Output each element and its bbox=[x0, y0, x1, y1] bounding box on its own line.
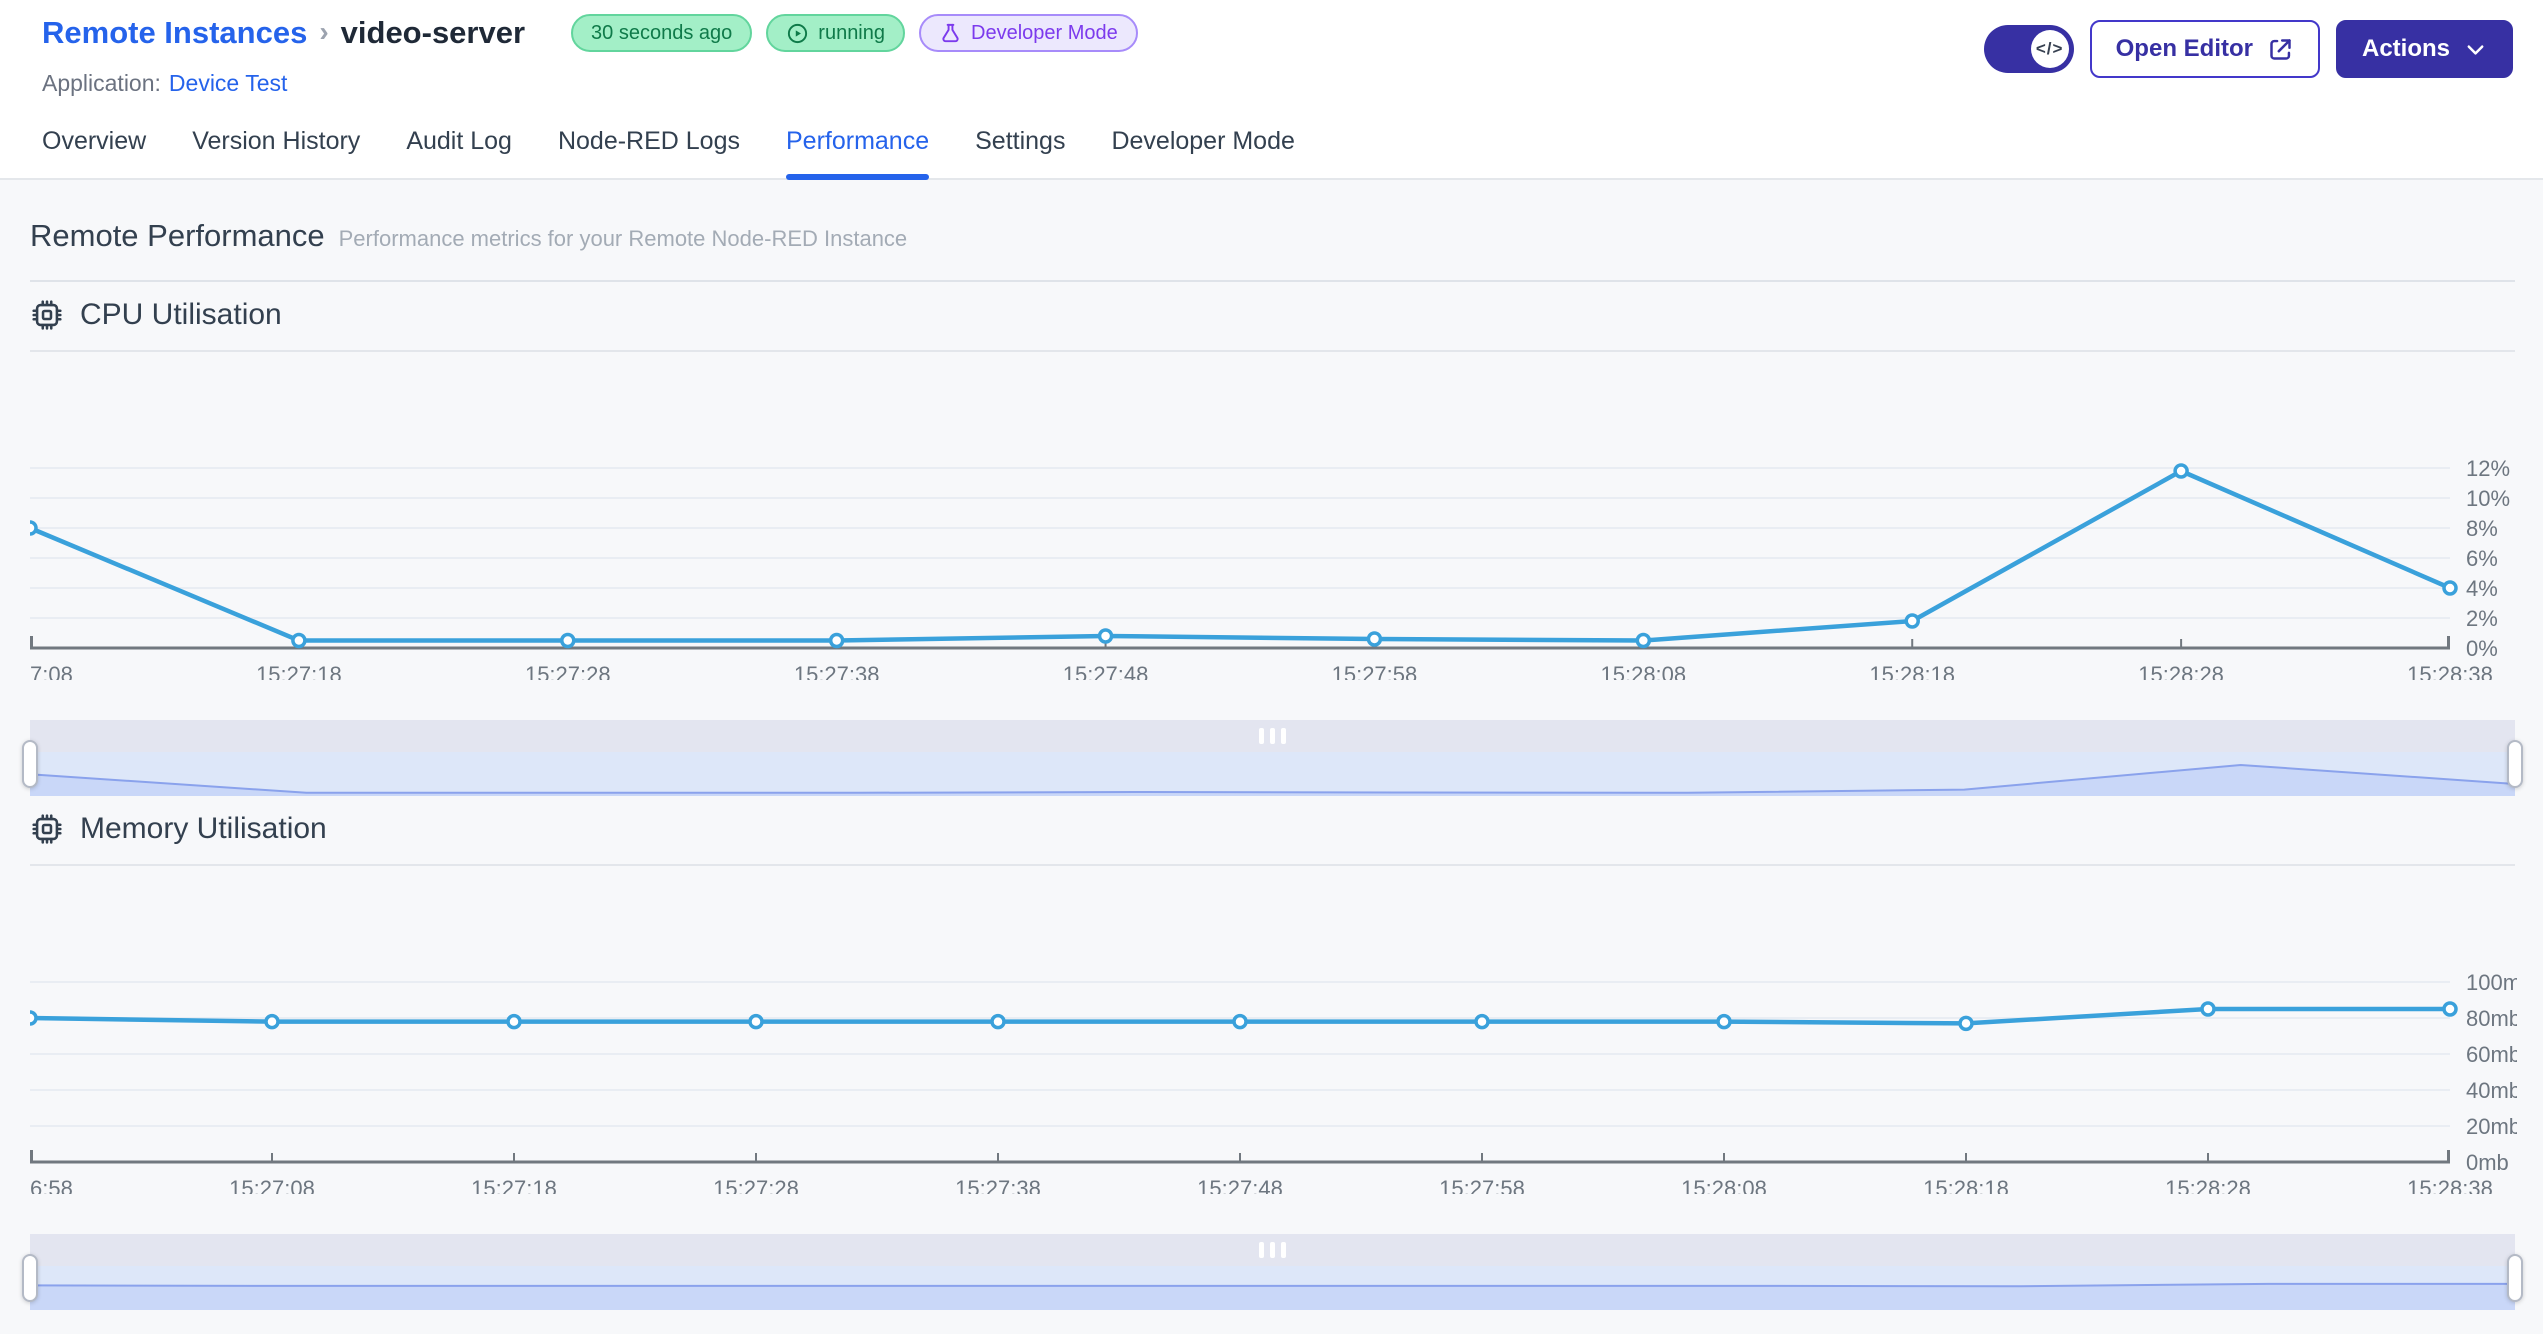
instance-header-left: Remote Instances › video-server 30 secon… bbox=[42, 14, 1138, 97]
svg-text:0%: 0% bbox=[2466, 636, 2498, 661]
open-editor-button[interactable]: Open Editor bbox=[2089, 20, 2320, 78]
tab-performance[interactable]: Performance bbox=[785, 127, 930, 180]
external-link-icon bbox=[2270, 38, 2291, 60]
cpu-chart: 0% 2% 4% 6% 8% 10% 12% 7:08 15:27:18 15:27:28 15:2… bbox=[30, 428, 2515, 680]
svg-text:15:28:08: 15:28:08 bbox=[1681, 1176, 1767, 1194]
svg-text:40mb: 40mb bbox=[2466, 1078, 2517, 1103]
memory-section: Memory Utilisation 0mb 20mb 40mb 60mb 80mb 10… bbox=[22, 796, 2523, 1310]
memory-brush-minimap[interactable] bbox=[30, 1266, 2515, 1310]
svg-text:100mb: 100mb bbox=[2466, 970, 2517, 995]
memory-chart: 0mb 20mb 40mb 60mb 80mb 100mb 6:58 15:27:08 15:2… bbox=[30, 942, 2517, 1194]
svg-text:15:27:28: 15:27:28 bbox=[713, 1176, 799, 1194]
cpu-brush-drag-strip[interactable] bbox=[30, 720, 2515, 752]
cpu-chart-brush bbox=[22, 720, 2523, 796]
breadcrumb-remote-instances-link[interactable]: Remote Instances bbox=[42, 15, 307, 51]
cpu-section: CPU Utilisation 0% 2% 4% 6% 8% 10% 12% 7:08 15:2… bbox=[22, 282, 2523, 796]
tab-node-red-logs[interactable]: Node-RED Logs bbox=[558, 127, 740, 178]
memory-brush-drag-strip[interactable] bbox=[30, 1234, 2515, 1266]
svg-text:80mb: 80mb bbox=[2466, 1006, 2517, 1031]
svg-text:15:27:48: 15:27:48 bbox=[1197, 1176, 1283, 1194]
performance-page: Remote Performance Performance metrics f… bbox=[0, 180, 2543, 1334]
svg-text:15:27:28: 15:27:28 bbox=[525, 662, 611, 680]
svg-text:15:27:18: 15:27:18 bbox=[471, 1176, 557, 1194]
tab-bar: Overview Version History Audit Log Node-RED… bbox=[0, 97, 2543, 180]
memory-brush-left-handle[interactable] bbox=[22, 1254, 38, 1302]
svg-text:2%: 2% bbox=[2466, 606, 2498, 631]
memory-chip-icon bbox=[32, 814, 62, 844]
tab-settings[interactable]: Settings bbox=[975, 127, 1065, 178]
svg-text:12%: 12% bbox=[2466, 456, 2510, 481]
actions-label: Actions bbox=[2361, 35, 2450, 62]
svg-text:6:58: 6:58 bbox=[30, 1176, 73, 1194]
instance-header-actions: </> Open Editor Actions bbox=[1983, 14, 2513, 78]
page-subtitle: Performance metrics for your Remote Node… bbox=[338, 226, 908, 251]
drag-grip-icon bbox=[1259, 1242, 1286, 1258]
svg-text:15:27:18: 15:27:18 bbox=[256, 662, 342, 680]
svg-text:8%: 8% bbox=[2466, 516, 2498, 541]
svg-text:15:27:58: 15:27:58 bbox=[1439, 1176, 1525, 1194]
tab-version-history[interactable]: Version History bbox=[192, 127, 360, 178]
svg-text:15:28:28: 15:28:28 bbox=[2165, 1176, 2251, 1194]
page-title-row: Remote Performance Performance metrics f… bbox=[30, 180, 2515, 282]
app-root: Remote Instances › video-server 30 secon… bbox=[0, 0, 2543, 1334]
svg-text:15:28:18: 15:28:18 bbox=[1869, 662, 1955, 680]
application-label: Application: bbox=[42, 70, 161, 96]
last-seen-badge-label: 30 seconds ago bbox=[591, 21, 733, 44]
application-link[interactable]: Device Test bbox=[169, 70, 287, 96]
memory-section-header: Memory Utilisation bbox=[30, 796, 2515, 866]
svg-text:4%: 4% bbox=[2466, 576, 2498, 601]
cpu-chip-icon bbox=[32, 300, 62, 330]
cpu-section-title: CPU Utilisation bbox=[80, 298, 282, 331]
svg-text:10%: 10% bbox=[2466, 486, 2510, 511]
developer-mode-toggle[interactable]: </> bbox=[1983, 25, 2074, 73]
drag-grip-icon bbox=[1259, 728, 1286, 744]
memory-brush-right-handle[interactable] bbox=[2507, 1254, 2523, 1302]
svg-text:15:27:38: 15:27:38 bbox=[955, 1176, 1041, 1194]
svg-text:15:27:08: 15:27:08 bbox=[229, 1176, 315, 1194]
cpu-section-header: CPU Utilisation bbox=[30, 282, 2515, 352]
memory-section-title: Memory Utilisation bbox=[80, 812, 327, 845]
developer-mode-badge-label: Developer Mode bbox=[971, 21, 1118, 44]
flask-icon bbox=[942, 23, 959, 42]
tab-developer-mode[interactable]: Developer Mode bbox=[1111, 127, 1294, 178]
cpu-brush-right-handle[interactable] bbox=[2507, 740, 2523, 788]
cpu-brush-minimap[interactable] bbox=[30, 752, 2515, 796]
developer-mode-badge: Developer Mode bbox=[919, 14, 1138, 52]
svg-text:15:28:28: 15:28:28 bbox=[2138, 662, 2224, 680]
breadcrumb-separator-icon: › bbox=[319, 16, 329, 47]
breadcrumb-instance-name: video-server bbox=[340, 15, 526, 50]
memory-chart-brush bbox=[22, 1234, 2523, 1310]
svg-text:15:28:38: 15:28:38 bbox=[2407, 1176, 2493, 1194]
svg-text:60mb: 60mb bbox=[2466, 1042, 2517, 1067]
svg-text:15:28:18: 15:28:18 bbox=[1923, 1176, 2009, 1194]
svg-text:15:27:38: 15:27:38 bbox=[794, 662, 880, 680]
instance-header: Remote Instances › video-server 30 secon… bbox=[0, 0, 2543, 97]
tab-audit-log[interactable]: Audit Log bbox=[406, 127, 512, 178]
svg-text:15:27:58: 15:27:58 bbox=[1332, 662, 1418, 680]
svg-text:0mb: 0mb bbox=[2466, 1150, 2509, 1175]
svg-text:15:28:08: 15:28:08 bbox=[1601, 662, 1687, 680]
running-status-label: running bbox=[818, 21, 885, 44]
running-status-badge: running bbox=[766, 14, 905, 52]
page-title: Remote Performance bbox=[30, 218, 325, 253]
svg-text:15:28:38: 15:28:38 bbox=[2407, 662, 2493, 680]
tab-overview[interactable]: Overview bbox=[42, 127, 146, 178]
svg-text:7:08: 7:08 bbox=[30, 662, 73, 680]
svg-text:6%: 6% bbox=[2466, 546, 2498, 571]
actions-button[interactable]: Actions bbox=[2335, 20, 2513, 78]
last-seen-badge: 30 seconds ago bbox=[571, 14, 753, 52]
status-badges: 30 seconds ago running Developer Mode bbox=[571, 14, 1138, 52]
svg-text:15:27:48: 15:27:48 bbox=[1063, 662, 1149, 680]
chevron-down-icon bbox=[2467, 44, 2484, 55]
code-icon: </> bbox=[2030, 30, 2069, 68]
breadcrumb: Remote Instances › video-server bbox=[42, 15, 525, 51]
open-editor-label: Open Editor bbox=[2115, 35, 2253, 62]
svg-text:20mb: 20mb bbox=[2466, 1114, 2517, 1139]
cpu-brush-left-handle[interactable] bbox=[22, 740, 38, 788]
application-row: Application: Device Test bbox=[42, 70, 1138, 97]
play-circle-icon bbox=[788, 23, 808, 43]
